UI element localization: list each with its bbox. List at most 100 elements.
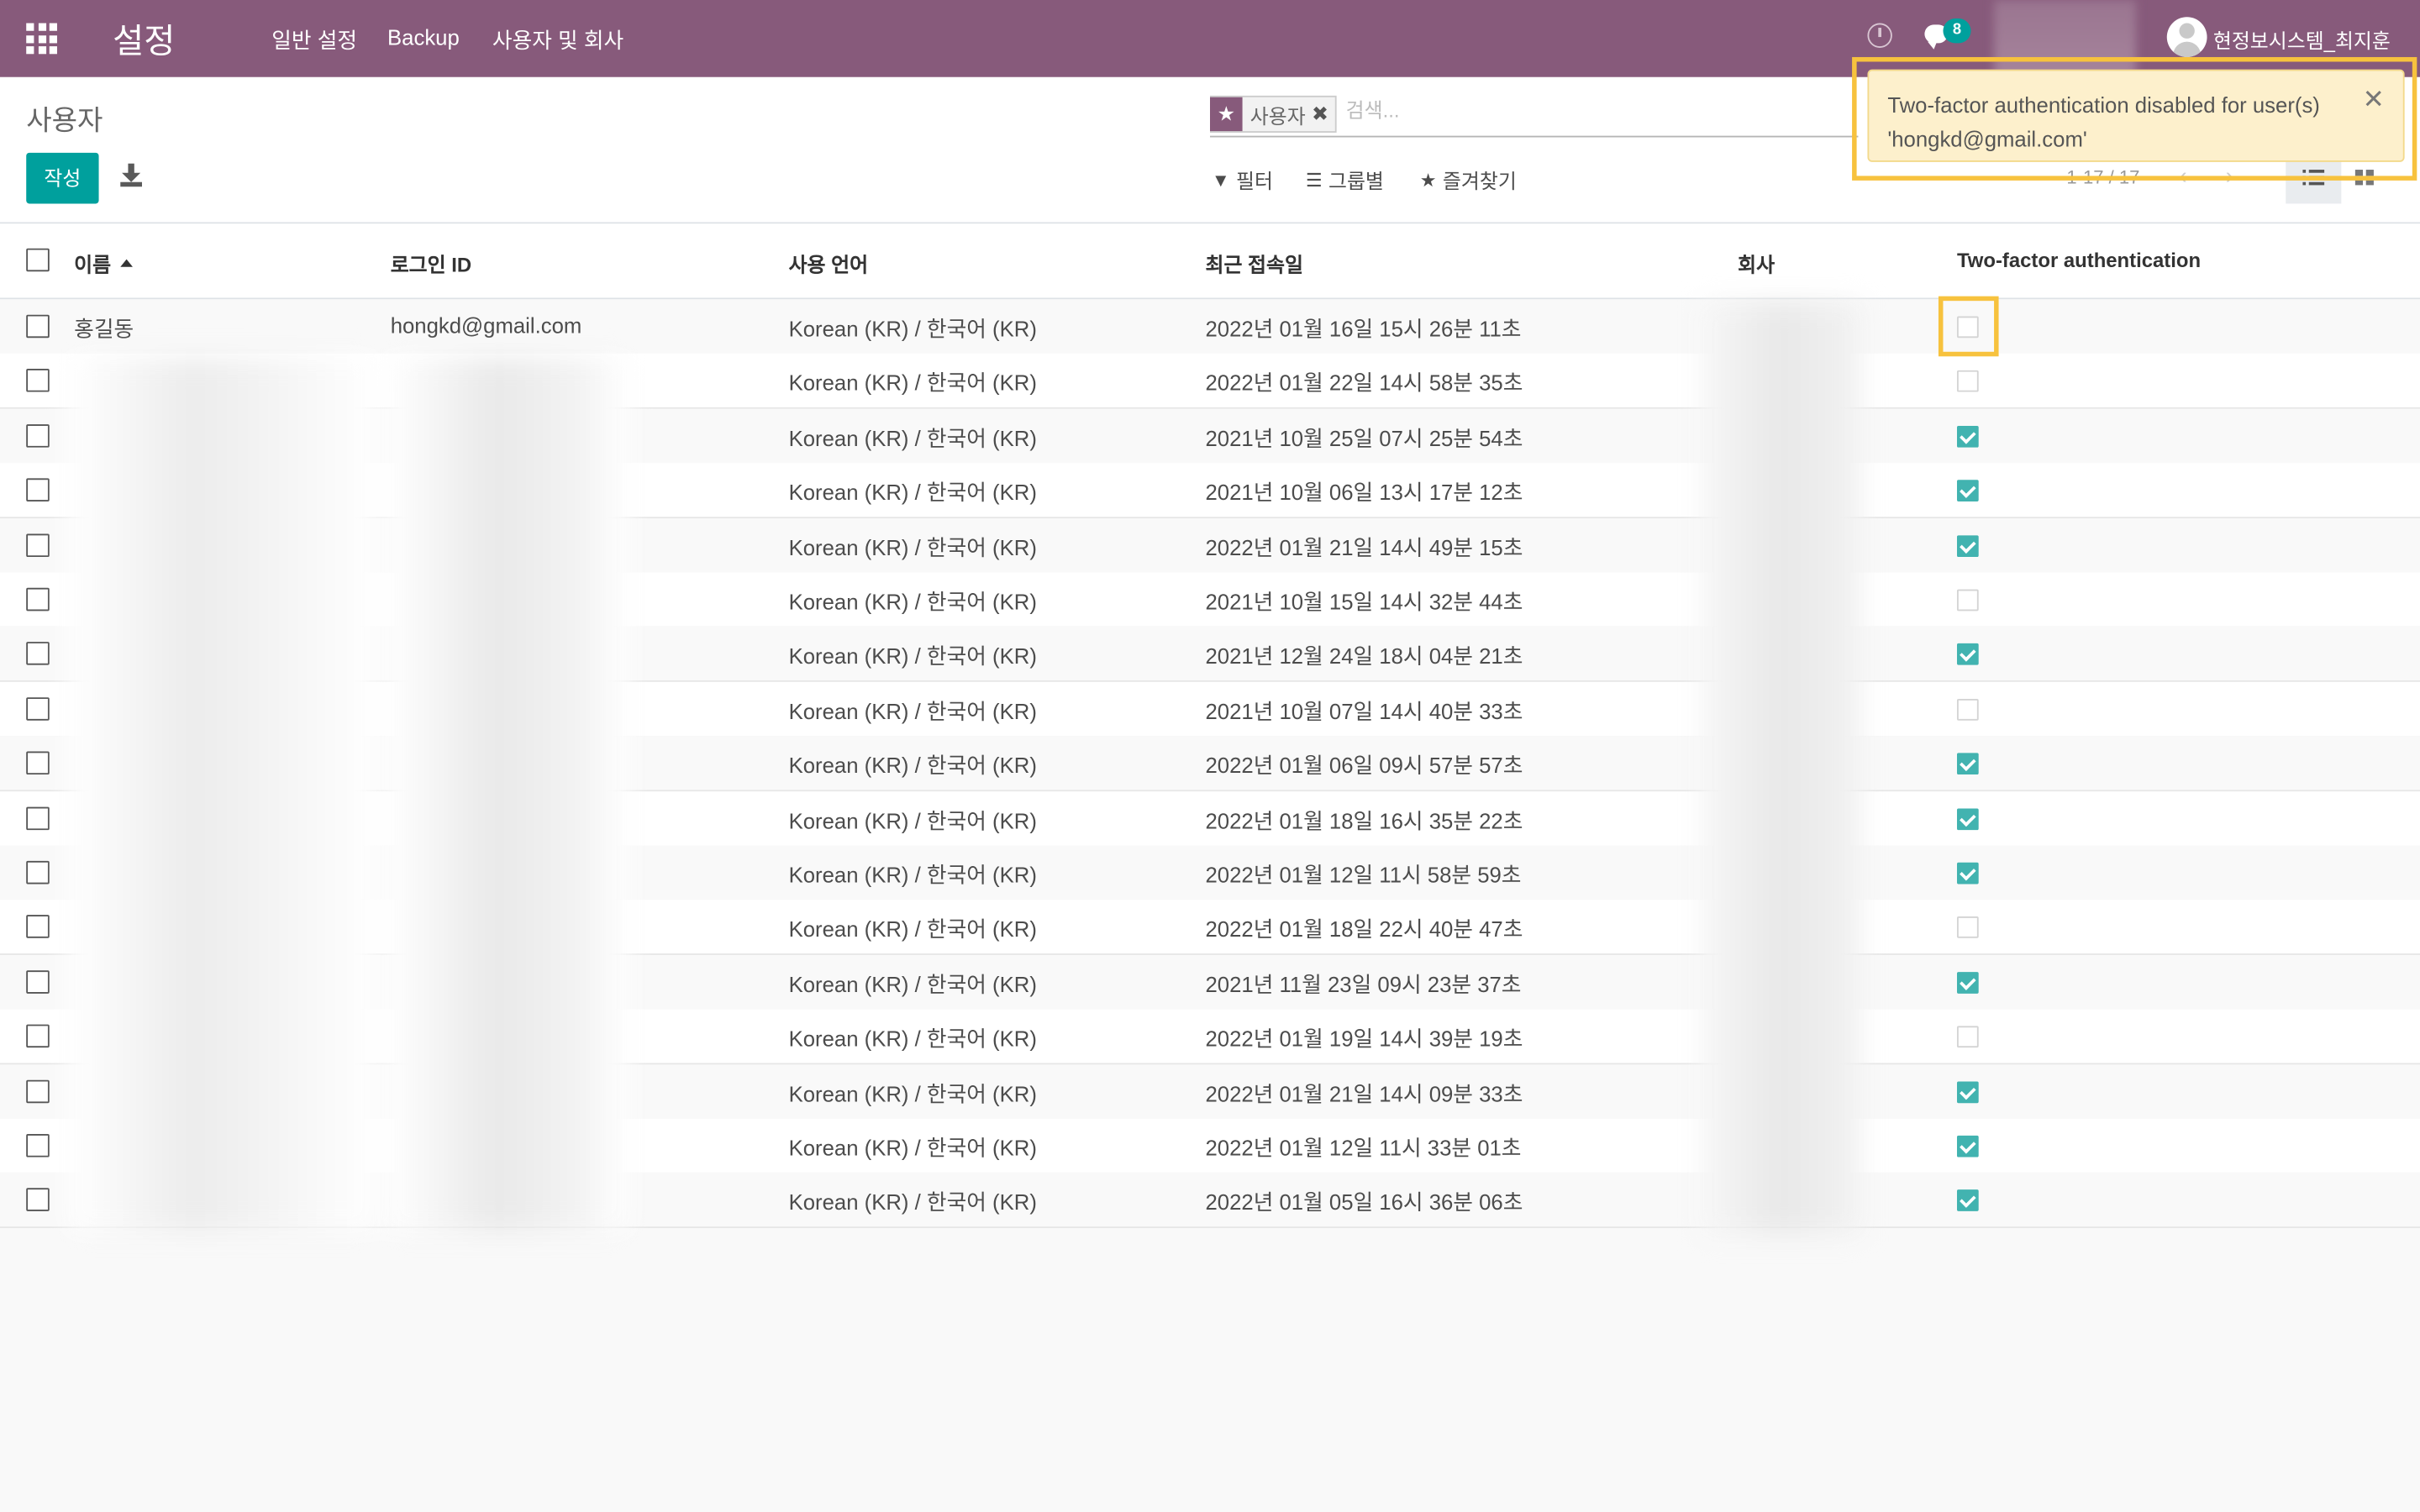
- two-factor-checkbox: [1956, 480, 1979, 502]
- favorites-button[interactable]: ★ 즐겨찾기: [1420, 165, 1517, 195]
- cell-language: Korean (KR) / 한국어 (KR): [788, 480, 1037, 505]
- row-select-checkbox[interactable]: [26, 1189, 50, 1212]
- search-input[interactable]: [1345, 98, 1840, 123]
- activity-clock-icon[interactable]: [1867, 23, 1892, 48]
- redacted-company-blur: [1701, 302, 1862, 1235]
- two-factor-checkbox: [1956, 753, 1979, 775]
- two-factor-highlight-box: [1938, 296, 1999, 357]
- row-select-checkbox[interactable]: [26, 1079, 50, 1103]
- menu-general-settings[interactable]: 일반 설정: [271, 24, 357, 55]
- cell-last-login: 2022년 01월 21일 14시 09분 33초: [1205, 1080, 1523, 1106]
- cell-language: Korean (KR) / 한국어 (KR): [788, 316, 1037, 341]
- messages-count-badge: 8: [1943, 18, 1971, 44]
- cell-language: Korean (KR) / 한국어 (KR): [788, 753, 1037, 779]
- two-factor-checkbox: [1956, 698, 1979, 721]
- row-select-checkbox[interactable]: [26, 533, 50, 557]
- column-header-name[interactable]: 이름: [74, 249, 133, 278]
- group-by-label: 그룹별: [1328, 170, 1384, 193]
- cell-last-login: 2022년 01월 16일 15시 26분 11초: [1205, 316, 1522, 341]
- row-select-checkbox[interactable]: [26, 314, 50, 339]
- download-icon[interactable]: [120, 163, 142, 188]
- row-select-checkbox[interactable]: [26, 860, 50, 885]
- row-select-checkbox[interactable]: [26, 423, 50, 448]
- breadcrumb: 사용자: [26, 104, 103, 136]
- column-header-last-login[interactable]: 최근 접속일: [1205, 249, 1302, 278]
- search-bar: ★ 사용자 ✖: [1210, 92, 1859, 138]
- cell-language: Korean (KR) / 한국어 (KR): [788, 862, 1037, 888]
- table-header: 이름 로그인 ID 사용 언어 최근 접속일 회사 Two-factor aut…: [0, 223, 2420, 300]
- two-factor-checkbox: [1956, 425, 1979, 448]
- row-select-checkbox[interactable]: [26, 642, 50, 666]
- cell-language: Korean (KR) / 한국어 (KR): [788, 1026, 1037, 1052]
- two-factor-checkbox: [1956, 1026, 1979, 1048]
- filter-label: 필터: [1236, 170, 1273, 193]
- cell-last-login: 2022년 01월 19일 14시 39분 19초: [1205, 1026, 1523, 1052]
- cell-last-login: 2022년 01월 06일 09시 57분 57초: [1205, 753, 1523, 779]
- cell-last-login: 2021년 10월 07일 14시 40분 33초: [1205, 698, 1523, 724]
- cell-last-login: 2021년 12월 24일 18시 04분 21초: [1205, 643, 1523, 669]
- two-factor-checkbox: [1956, 807, 1979, 830]
- user-menu-name[interactable]: 현정보시스템_최지훈: [2213, 24, 2391, 54]
- cell-last-login: 2022년 01월 21일 14시 49분 15초: [1205, 534, 1523, 559]
- cell-last-login: 2022년 01월 18일 22시 40분 47초: [1205, 916, 1523, 942]
- cell-language: Korean (KR) / 한국어 (KR): [788, 589, 1037, 615]
- filter-funnel-icon: ▼: [1211, 169, 1230, 191]
- cell-name: 홍길동: [74, 316, 134, 341]
- two-factor-checkbox: [1956, 1135, 1979, 1158]
- row-select-checkbox[interactable]: [26, 1134, 50, 1158]
- favorites-label: 즐겨찾기: [1442, 170, 1517, 193]
- table-row[interactable]: 홍길동 hongkd@gmail.com Korean (KR) / 한국어 (KR…: [0, 299, 2420, 355]
- cell-language: Korean (KR) / 한국어 (KR): [788, 370, 1037, 396]
- cell-last-login: 2022년 01월 12일 11시 33분 01초: [1205, 1135, 1522, 1161]
- group-by-button[interactable]: ☰ 그룹별: [1306, 165, 1384, 195]
- group-by-bars-icon: ☰: [1305, 169, 1323, 191]
- column-header-login[interactable]: 로그인 ID: [391, 249, 471, 278]
- cell-language: Korean (KR) / 한국어 (KR): [788, 916, 1037, 942]
- column-header-language[interactable]: 사용 언어: [789, 249, 869, 278]
- row-select-checkbox[interactable]: [26, 696, 50, 721]
- cell-last-login: 2021년 10월 25일 07시 25분 54초: [1205, 425, 1523, 450]
- two-factor-checkbox: [1956, 862, 1979, 885]
- row-select-checkbox[interactable]: [26, 915, 50, 939]
- row-select-checkbox[interactable]: [26, 478, 50, 502]
- row-select-checkbox[interactable]: [26, 369, 50, 393]
- redacted-names-blur: [67, 358, 377, 1231]
- column-header-company[interactable]: 회사: [1738, 249, 1775, 278]
- row-select-checkbox[interactable]: [26, 751, 50, 775]
- cell-last-login: 2022년 01월 05일 16시 36분 06초: [1205, 1189, 1523, 1215]
- cell-last-login: 2022년 01월 18일 16시 35분 22초: [1205, 807, 1523, 833]
- sort-ascending-icon: [120, 259, 133, 267]
- cell-language: Korean (KR) / 한국어 (KR): [788, 807, 1037, 833]
- apps-menu-icon[interactable]: [26, 23, 57, 55]
- facet-remove-icon[interactable]: ✖: [1312, 102, 1334, 126]
- menu-backup[interactable]: Backup: [387, 24, 460, 49]
- cell-language: Korean (KR) / 한국어 (KR): [788, 1135, 1037, 1161]
- row-select-checkbox[interactable]: [26, 806, 50, 830]
- notification-message: Two-factor authentication disabled for u…: [1887, 92, 2320, 151]
- favorite-star-icon: ★: [1210, 96, 1243, 131]
- filter-button[interactable]: ▼ 필터: [1212, 165, 1273, 195]
- cell-last-login: 2021년 11월 23일 09시 23분 37초: [1205, 971, 1522, 997]
- row-select-checkbox[interactable]: [26, 587, 50, 612]
- cell-last-login: 2022년 01월 22일 14시 58분 35초: [1205, 370, 1523, 396]
- create-button[interactable]: 작성: [26, 152, 99, 204]
- cell-language: Korean (KR) / 한국어 (KR): [788, 1189, 1037, 1215]
- two-factor-checkbox: [1956, 971, 1979, 994]
- notification-close-icon[interactable]: ✕: [2363, 85, 2385, 116]
- two-factor-checkbox: [1956, 370, 1979, 393]
- select-all-checkbox[interactable]: [26, 248, 50, 272]
- row-select-checkbox[interactable]: [26, 969, 50, 994]
- cell-last-login: 2021년 10월 06일 13시 17분 12초: [1205, 480, 1523, 505]
- two-factor-checkbox: [1956, 916, 1979, 939]
- column-name-label: 이름: [74, 253, 112, 276]
- menu-users-companies[interactable]: 사용자 및 회사: [492, 24, 623, 55]
- two-factor-checkbox: [1956, 1189, 1979, 1212]
- cell-language: Korean (KR) / 한국어 (KR): [788, 425, 1037, 450]
- row-select-checkbox[interactable]: [26, 1024, 50, 1048]
- cell-last-login: 2021년 10월 15일 14시 32분 44초: [1205, 589, 1523, 615]
- search-facet-label: 사용자: [1249, 103, 1306, 128]
- cell-language: Korean (KR) / 한국어 (KR): [788, 643, 1037, 669]
- column-header-two-factor[interactable]: Two-factor authentication: [1957, 249, 2201, 272]
- user-avatar[interactable]: [2166, 17, 2207, 57]
- cell-language: Korean (KR) / 한국어 (KR): [788, 1080, 1037, 1106]
